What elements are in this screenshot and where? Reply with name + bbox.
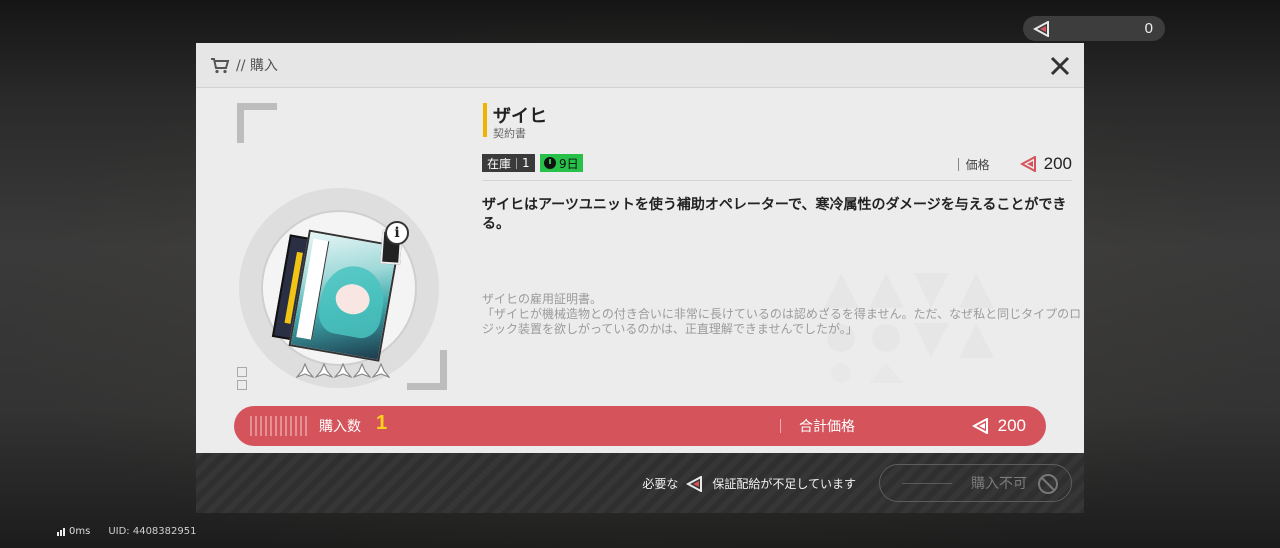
- close-icon[interactable]: [1046, 52, 1074, 80]
- rarity-star-icon: [334, 363, 352, 379]
- unit-price: 価格 200: [957, 154, 1072, 174]
- dialog-header: // 購入: [196, 43, 1084, 88]
- dialog-title: // 購入: [236, 58, 278, 74]
- warranty-ration-icon: [1033, 20, 1049, 37]
- user-id: UID: 4408382951: [108, 526, 197, 537]
- name-accent-bar: [483, 103, 487, 137]
- time-limit-badge: 9日: [540, 154, 583, 172]
- purchase-button[interactable]: 購入不可: [879, 464, 1072, 502]
- lore-line: ザイヒの雇用証明書。: [482, 292, 603, 306]
- price-value: 200: [1043, 154, 1072, 173]
- rarity-star-icon: [296, 363, 314, 379]
- cart-icon: [211, 57, 230, 73]
- warranty-ration-icon: [1019, 156, 1036, 172]
- stock-value: 1: [522, 156, 530, 170]
- total-price: 200: [971, 416, 1026, 436]
- total-price-value: 200: [997, 416, 1026, 435]
- divider: [482, 180, 1072, 181]
- clock-icon: [544, 157, 556, 169]
- notice-prefix: 必要な: [642, 477, 679, 491]
- insufficient-notice: 必要な 保証配給が不足しています: [642, 475, 856, 492]
- quantity-value[interactable]: 1: [376, 412, 387, 435]
- currency-counter[interactable]: 0: [1023, 16, 1165, 41]
- network-status: 0ms UID: 4408382951: [57, 526, 196, 537]
- rarity-star-icon: [353, 363, 371, 379]
- item-description: ザイヒはアーツユニットを使う補助オペレーターで、寒冷属性のダメージを与えることが…: [482, 197, 1067, 232]
- warranty-ration-icon: [686, 475, 703, 492]
- frame-corner-top-left: [237, 103, 277, 143]
- lore-line: 「ザイヒが機械造物との付き合いに非常に長けているのは認めざるを得ません。ただ、な…: [482, 307, 1082, 336]
- contract-item-image[interactable]: [270, 226, 409, 365]
- dialog-footer: 必要な 保証配給が不足しています 購入不可: [196, 453, 1084, 513]
- currency-amount: 0: [1144, 20, 1153, 37]
- notice-suffix: 保証配給が不足しています: [712, 477, 856, 491]
- purchase-button-label: 購入不可: [971, 476, 1027, 492]
- ping-value: 0ms: [69, 526, 91, 537]
- quantity-label: 購入数: [319, 419, 361, 435]
- rarity-star-icon: [372, 363, 390, 379]
- item-lore: ザイヒの雇用証明書。 「ザイヒが機械造物との付き合いに非常に長けているのは認めざ…: [482, 292, 1082, 337]
- frame-corner-bottom-right: [407, 350, 447, 390]
- stock-label: 在庫: [487, 156, 512, 171]
- frame-square-icon: [237, 367, 247, 377]
- purchase-dialog: // 購入 i ザイヒ 契約書 在庫 1 9日 価格 200 ザイヒはアーツユニ…: [196, 43, 1084, 513]
- time-remaining: 9日: [559, 156, 579, 171]
- prohibited-icon: [1038, 474, 1058, 494]
- price-label: 価格: [965, 157, 990, 172]
- stock-badge: 在庫 1: [482, 154, 535, 172]
- signal-icon: [57, 527, 65, 536]
- frame-square-icon: [237, 380, 247, 390]
- info-icon[interactable]: i: [385, 221, 409, 245]
- item-type: 契約書: [493, 127, 526, 140]
- rarity-stars: [296, 363, 390, 379]
- total-price-label: 合計価格: [799, 419, 855, 435]
- purchase-summary-bar: 購入数 1 合計価格 200: [234, 406, 1046, 446]
- warranty-ration-icon: [971, 418, 988, 434]
- rarity-star-icon: [315, 363, 333, 379]
- dialog-body: i ザイヒ 契約書 在庫 1 9日 価格 200 ザイヒはアーツユニットを使う補…: [196, 88, 1084, 453]
